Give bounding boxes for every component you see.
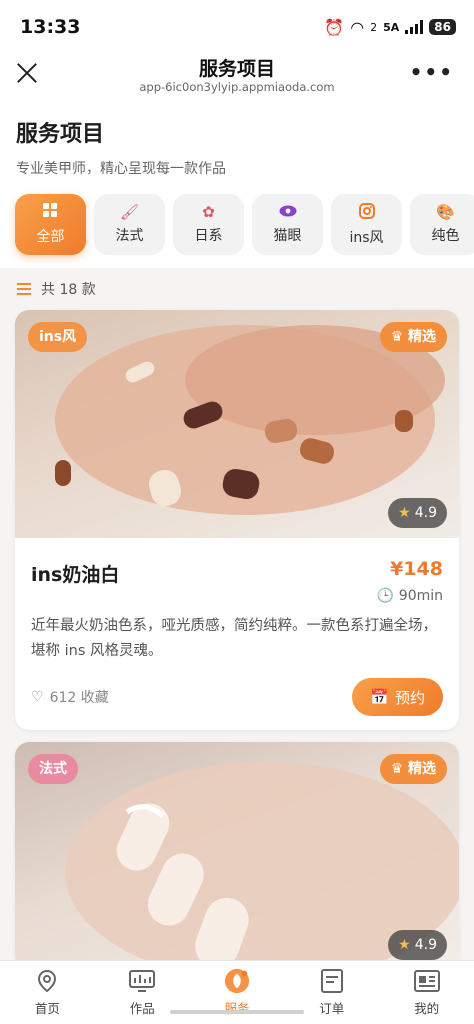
order-icon — [319, 968, 345, 994]
more-icon[interactable]: ••• — [410, 60, 454, 84]
tab-label: 首页 — [34, 1001, 60, 1016]
favorite-count[interactable]: ♡ 612 收藏 — [31, 687, 109, 707]
battery-icon: 86 — [429, 19, 456, 35]
card-footer: ♡ 612 收藏 📅 预约 — [31, 678, 443, 716]
rating-value: 4.9 — [414, 937, 437, 953]
featured-badge: ♛ 精选 — [379, 754, 447, 784]
home-pin-icon — [34, 968, 60, 994]
tab-label: 服务 — [224, 1001, 250, 1016]
category-label: 全部 — [36, 229, 65, 245]
rating-badge: ★ 4.9 — [388, 930, 447, 960]
status-bar: 13:33 ⏰ ◠ 2 5A 86 — [0, 0, 474, 54]
rating-badge: ★ 4.9 — [388, 498, 447, 528]
service-duration: 🕒 90min — [377, 588, 443, 604]
nail-photo[interactable]: 法式 ♛ 精选 ★ 4.9 — [15, 742, 459, 970]
style-badge: ins风 — [28, 322, 88, 352]
star-icon: ★ — [398, 505, 411, 521]
duration-value: 90min — [398, 588, 443, 604]
calendar-icon: 📅 — [370, 688, 389, 706]
status-icons: ⏰ ◠ 2 5A 86 — [324, 18, 456, 37]
category-solid[interactable]: 🎨 纯色 — [410, 194, 474, 255]
crown-icon: ♛ — [390, 761, 408, 777]
service-description: 近年最火奶油色系，哑光质感，简约纯粹。一款色系打遍全场，堪称 ins 风格灵魂。 — [31, 618, 437, 659]
category-label: 纯色 — [431, 228, 460, 244]
brush-icon: 🖌 — [119, 203, 140, 221]
status-time: 13:33 — [20, 16, 81, 38]
instagram-icon — [358, 202, 375, 222]
nav-title: 服务项目 — [198, 58, 275, 80]
network-label: 5A — [383, 20, 400, 34]
service-card[interactable]: ins风 ♛ 精选 ★ 4.9 ins奶油白 ¥148 🕒 90min 近年最火奶… — [15, 310, 459, 730]
eye-icon — [279, 204, 297, 220]
category-label: 猫眼 — [273, 228, 302, 244]
grid-icon — [43, 203, 58, 221]
clock-icon: 🕒 — [376, 588, 399, 604]
signal-icon — [405, 20, 424, 34]
result-count: 共 18 款 — [0, 268, 474, 310]
category-label: 日系 — [194, 228, 223, 244]
tab-label: 订单 — [319, 1001, 345, 1016]
tab-services[interactable]: 服务 — [190, 961, 285, 1024]
wifi-icon: ◠ — [350, 17, 365, 37]
card-header: ins奶油白 ¥148 🕒 90min — [31, 558, 443, 604]
category-japanese[interactable]: ✿ 日系 — [173, 194, 244, 255]
category-label: ins风 — [349, 229, 384, 246]
profile-icon — [413, 968, 440, 994]
tab-profile[interactable]: 我的 — [379, 961, 474, 1024]
tab-label: 我的 — [414, 1001, 440, 1016]
page-header: 服务项目 专业美甲师，精心呈现每一款作品 — [0, 100, 474, 186]
list-icon — [17, 283, 31, 295]
featured-label: 精选 — [408, 761, 436, 777]
rating-value: 4.9 — [414, 505, 437, 521]
flower-icon: ✿ — [202, 203, 215, 221]
service-price: ¥148 — [390, 558, 443, 580]
wifi-label: 2 — [370, 20, 378, 34]
favorite-label: 612 收藏 — [49, 690, 109, 706]
nav-bar: 服务项目 app-6ic0on3ylyip.appmiaoda.com ••• — [0, 54, 474, 100]
category-all[interactable]: 全部 — [15, 194, 86, 255]
count-text: 共 18 款 — [41, 282, 96, 298]
page-title: 服务项目 — [16, 122, 105, 147]
bottom-tab-bar: 首页 作品 服务 订单 我的 — [0, 960, 474, 1024]
category-tabs: 全部 🖌 法式 ✿ 日系 猫眼 ins风 🎨 纯色 — [0, 186, 474, 268]
home-indicator[interactable] — [170, 1010, 304, 1014]
nav-url: app-6ic0on3ylyip.appmiaoda.com — [139, 80, 335, 94]
book-button[interactable]: 📅 预约 — [352, 678, 443, 716]
card-body: ins奶油白 ¥148 🕒 90min 近年最火奶油色系，哑光质感，简约纯粹。一… — [15, 538, 459, 730]
alarm-icon: ⏰ — [324, 17, 345, 37]
category-label: 法式 — [115, 228, 144, 244]
tab-home[interactable]: 首页 — [0, 961, 95, 1024]
service-name: ins奶油白 — [31, 564, 120, 586]
crown-icon: ♛ — [390, 329, 408, 345]
gallery-icon — [129, 968, 156, 994]
style-badge: 法式 — [28, 754, 78, 784]
tab-orders[interactable]: 订单 — [284, 961, 379, 1024]
nail-photo[interactable]: ins风 ♛ 精选 ★ 4.9 — [15, 310, 459, 538]
category-french[interactable]: 🖌 法式 — [94, 194, 165, 255]
palette-icon: 🎨 — [436, 203, 455, 221]
featured-badge: ♛ 精选 — [379, 322, 447, 352]
heart-icon: ♡ — [31, 689, 44, 705]
book-label: 预约 — [394, 688, 425, 707]
featured-label: 精选 — [408, 329, 436, 345]
category-cat-eye[interactable]: 猫眼 — [252, 194, 323, 255]
price-block: ¥148 🕒 90min — [377, 558, 443, 604]
page-subtitle: 专业美甲师，精心呈现每一款作品 — [16, 161, 226, 177]
tab-label: 作品 — [129, 1001, 155, 1016]
tab-works[interactable]: 作品 — [95, 961, 190, 1024]
service-icon — [224, 968, 250, 994]
service-card[interactable]: 法式 ♛ 精选 ★ 4.9 — [15, 742, 459, 970]
category-ins[interactable]: ins风 — [331, 194, 402, 255]
star-icon: ★ — [398, 937, 411, 953]
